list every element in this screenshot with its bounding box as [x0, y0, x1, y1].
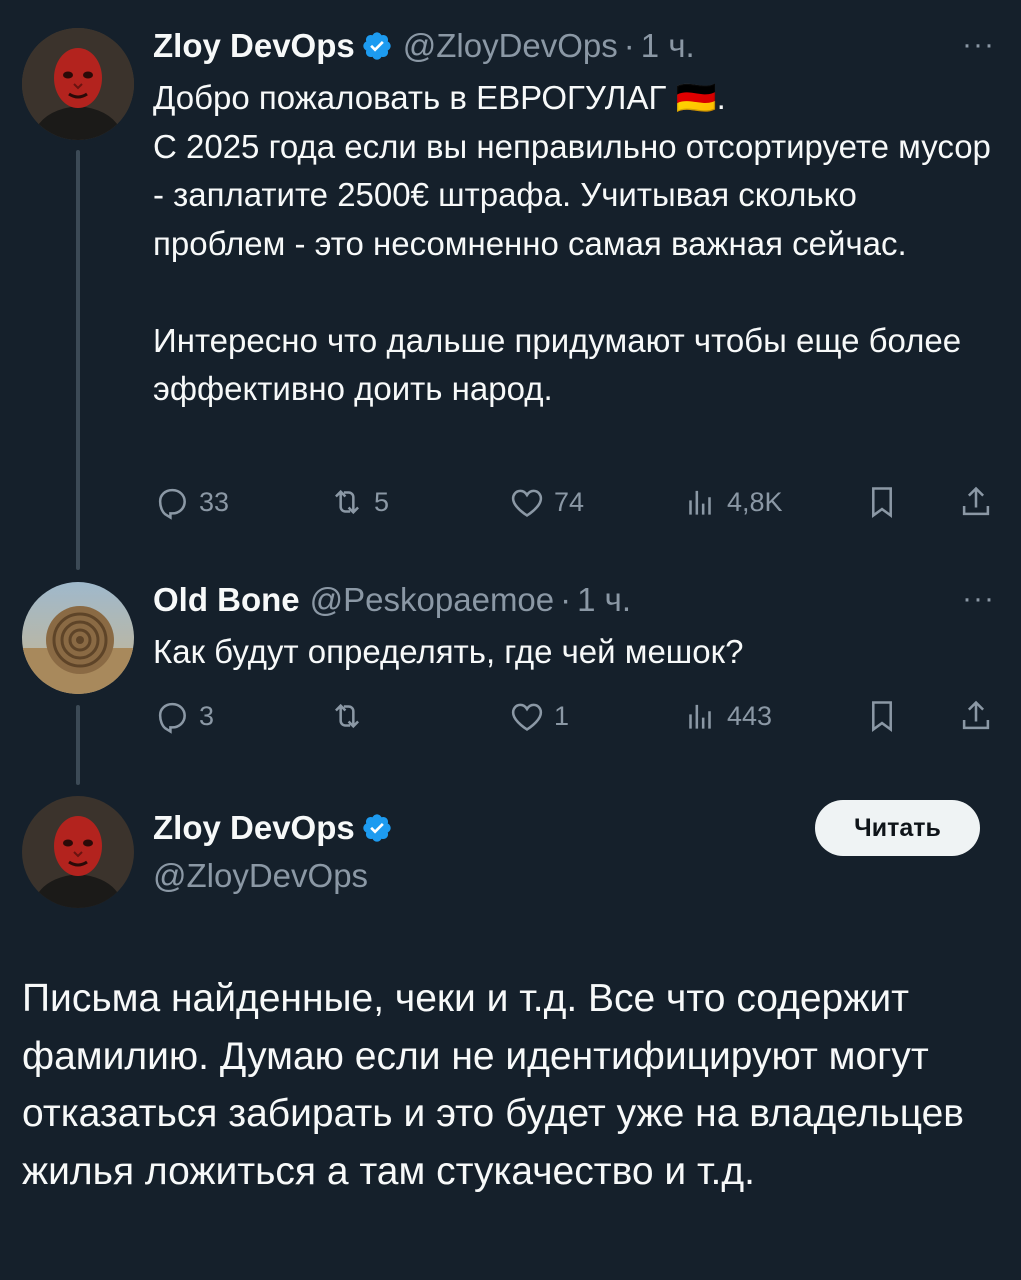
more-options-icon[interactable]: ···	[962, 28, 995, 62]
tweet-reply[interactable]: Old Bone @Peskopaemoe · 1 ч. ··· Как буд…	[0, 570, 1021, 750]
tweet-text: Как будут определять, где чей мешок?	[153, 633, 744, 670]
tweet-original[interactable]: Zloy DevOps @ZloyDevOps · 1 ч. ··· Добро…	[0, 0, 1021, 560]
views-count: 4,8K	[727, 486, 783, 517]
author-handle[interactable]: @Peskopaemoe	[310, 580, 554, 620]
author-handle[interactable]: @ZloyDevOps	[153, 856, 368, 896]
views-button[interactable]: 443	[681, 694, 772, 738]
reply-count: 3	[199, 700, 215, 731]
bookmark-button[interactable]	[863, 480, 901, 524]
bookmark-icon	[872, 701, 892, 732]
author-name[interactable]: Zloy DevOps	[153, 26, 355, 66]
author-handle[interactable]: @ZloyDevOps	[403, 26, 618, 66]
reply-icon	[158, 702, 186, 734]
avatar[interactable]	[22, 582, 134, 694]
share-button[interactable]	[957, 480, 995, 524]
repost-button[interactable]: 5	[328, 480, 389, 524]
author-name-row: Zloy DevOps	[153, 808, 393, 848]
repost-button[interactable]	[328, 694, 374, 738]
reply-count: 33	[199, 486, 230, 517]
like-icon	[511, 703, 543, 731]
repost-icon	[335, 489, 359, 515]
views-count: 443	[727, 700, 773, 731]
tweet-header: Old Bone @Peskopaemoe · 1 ч.	[153, 580, 631, 620]
like-button[interactable]: 74	[508, 480, 584, 524]
like-count: 1	[554, 700, 570, 731]
like-count: 74	[554, 486, 585, 517]
reply-icon	[158, 488, 186, 520]
views-icon	[689, 490, 711, 515]
reply-button[interactable]: 33	[153, 480, 229, 524]
bookmark-button[interactable]	[863, 694, 901, 738]
verified-icon	[361, 30, 393, 62]
views-button[interactable]: 4,8K	[681, 480, 783, 524]
tweet-text: Добро пожаловать в ЕВРОГУЛАГ 🇩🇪. С 2025 …	[153, 79, 991, 407]
share-button[interactable]	[957, 694, 995, 738]
action-bar: 3 1 443	[153, 694, 998, 738]
reply-button[interactable]: 3	[153, 694, 214, 738]
verified-icon	[361, 812, 393, 844]
author-name[interactable]: Old Bone	[153, 580, 300, 620]
action-bar: 33 5 74 4,8K	[153, 480, 998, 524]
share-icon	[962, 486, 990, 516]
bookmark-icon	[872, 487, 892, 518]
tweet-header: Zloy DevOps @ZloyDevOps · 1 ч.	[153, 26, 695, 66]
separator-dot: ·	[560, 581, 572, 618]
views-icon	[689, 704, 711, 729]
repost-count: 5	[374, 486, 390, 517]
repost-icon	[335, 703, 359, 729]
avatar[interactable]	[22, 28, 134, 140]
timestamp[interactable]: 1 ч.	[577, 580, 631, 620]
more-options-icon[interactable]: ···	[962, 582, 995, 616]
avatar[interactable]	[22, 796, 134, 908]
author-handle-row: @ZloyDevOps	[153, 856, 368, 896]
share-icon	[962, 700, 990, 730]
author-name[interactable]: Zloy DevOps	[153, 808, 355, 848]
timestamp[interactable]: 1 ч.	[641, 26, 695, 66]
follow-button[interactable]: Читать	[815, 800, 980, 856]
separator-dot: ·	[623, 27, 635, 64]
like-icon	[511, 489, 543, 517]
main-tweet-text: Письма найденные, чеки и т.д. Все что со…	[22, 977, 975, 1193]
like-button[interactable]: 1	[508, 694, 569, 738]
